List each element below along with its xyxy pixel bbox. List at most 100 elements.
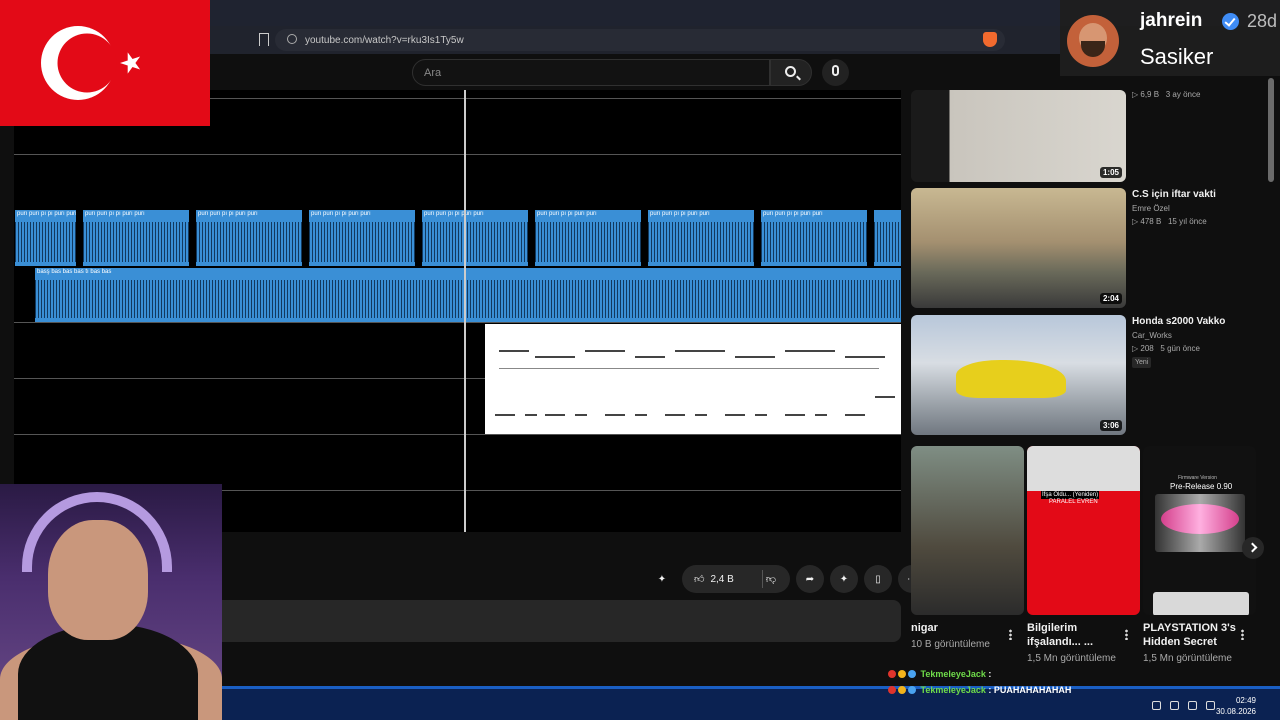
short-title[interactable]: nigar xyxy=(911,621,1006,635)
streamer-name: jahrein xyxy=(1140,10,1203,31)
streamer-message: Sasiker xyxy=(1140,44,1214,69)
brave-shield-icon[interactable] xyxy=(983,32,997,47)
message-age: 28d xyxy=(1247,11,1278,31)
address-url: youtube.com/watch?v=rku3Is1Ty5w xyxy=(305,34,464,46)
channel-name[interactable]: Car_Works xyxy=(1132,331,1172,340)
video-meta: ▷ 208 5 gün önce xyxy=(1132,344,1200,353)
streamer-card: jahrein 28d Sasiker xyxy=(1060,0,1280,76)
audio-clip[interactable]: purı purı pı pı purı purı xyxy=(647,210,754,266)
clip-label: basş bas bas bas tı bas bas xyxy=(37,269,112,275)
video-thumbnail[interactable]: 1:05 xyxy=(911,90,1126,182)
midi-clip[interactable] xyxy=(485,324,901,434)
short-thumbnail[interactable]: Firmware Version Pre-Release 0.90 xyxy=(1143,446,1256,615)
streamer-webcam xyxy=(0,484,222,720)
windows-taskbar: 02:49 30.08.2026 xyxy=(222,686,1280,720)
volume-tray-icon[interactable] xyxy=(1170,701,1179,710)
battery-tray-icon[interactable] xyxy=(1206,701,1215,710)
audio-clip[interactable]: basş bas bas bas tı bas bas xyxy=(34,268,901,322)
short-title[interactable]: PLAYSTATION 3's Hidden Secret xyxy=(1143,621,1238,649)
more-options-icon[interactable] xyxy=(1009,629,1012,640)
clip-label: purı purı pı pı purı purı xyxy=(650,211,710,217)
verified-icon xyxy=(1222,13,1239,30)
clip-label: purı purı pı pı purı purı xyxy=(198,211,258,217)
audio-track-bottom: basş bas bas bas tı bas bas xyxy=(34,268,901,322)
shorts-next-button[interactable] xyxy=(1242,537,1264,559)
track-divider xyxy=(14,154,901,155)
duration-badge: 2:04 xyxy=(1099,293,1122,304)
chat-text: : xyxy=(988,669,992,679)
new-badge: Yeni xyxy=(1132,357,1152,368)
short-views: 10 B görüntüleme xyxy=(911,639,990,650)
more-options-icon[interactable] xyxy=(1125,629,1128,640)
network-tray-icon[interactable] xyxy=(1188,701,1197,710)
voice-search-button[interactable] xyxy=(822,59,849,86)
like-count: 2,4 B xyxy=(710,573,734,585)
address-bar[interactable]: youtube.com/watch?v=rku3Is1Ty5w xyxy=(275,29,1005,51)
clip-label: purı purı pı pı purı purı xyxy=(537,211,597,217)
short-title[interactable]: Bilgilerim ifşalandı... ... xyxy=(1027,621,1122,649)
clip-label: purı purı pı pı purı purı xyxy=(17,211,76,217)
track-divider xyxy=(14,322,901,323)
video-meta: ▷ 478 B 15 yıl önce xyxy=(1132,217,1207,226)
audio-clip[interactable] xyxy=(873,210,901,266)
crescent-star-icon xyxy=(41,26,141,100)
duration-badge: 1:05 xyxy=(1099,167,1122,178)
ask-button[interactable]: ✦ xyxy=(830,565,858,593)
chat-message: TekmeleyeJack : PUAHAHAHAHAH xyxy=(888,685,1071,695)
chat-username[interactable]: TekmeleyeJack xyxy=(921,669,986,679)
like-button[interactable]: 👍︎ 2,4 B 👎︎ xyxy=(682,565,790,593)
video-actions: ✦ 👍︎ 2,4 B 👎︎ ➦ ✦ ▯ ⋯ xyxy=(648,565,926,593)
video-title-link[interactable]: Honda s2000 Vakko xyxy=(1132,316,1225,327)
audio-clip[interactable]: purı purı pı pı purı purı xyxy=(195,210,302,266)
headset-icon xyxy=(22,492,172,572)
audio-clip[interactable]: purı purı pı pı purı purı xyxy=(534,210,641,266)
chat-text: : PUAHAHAHAHAH xyxy=(988,685,1072,695)
share-icon: ➦ xyxy=(805,573,815,585)
search-button[interactable] xyxy=(770,59,812,86)
more-options-icon[interactable] xyxy=(1241,629,1244,640)
video-player[interactable]: purı purı pı pı purı purı purı purı pı p… xyxy=(14,90,901,532)
video-title-link[interactable]: C.S için iftar vakti xyxy=(1132,189,1216,200)
car-image xyxy=(956,360,1066,398)
track-divider xyxy=(14,434,901,435)
video-meta: ▷ 6,9 B 3 ay önce xyxy=(1132,90,1201,99)
search-placeholder: Ara xyxy=(424,66,442,79)
video-thumbnail[interactable]: 3:06 xyxy=(911,315,1126,435)
clock-date: 30.08.2026 xyxy=(1215,707,1256,716)
audio-clip[interactable]: purı purı pı pı purı purı xyxy=(14,210,76,266)
chat-message: TekmeleyeJack : xyxy=(888,669,991,679)
audio-clip[interactable]: purı purı pı pı purı purı xyxy=(421,210,528,266)
clip-label: purı purı pı pı purı purı xyxy=(763,211,823,217)
short-thumbnail[interactable]: İfşa Oldu... (Yeniden) PARALEL EVREN xyxy=(1027,446,1140,615)
clip-label: purı purı pı pı purı purı xyxy=(85,211,145,217)
mic-tray-icon[interactable] xyxy=(1152,701,1161,710)
sparkle-icon: ✦ xyxy=(839,573,849,585)
audio-clip[interactable]: purı purı pı pı purı purı xyxy=(760,210,867,266)
system-clock[interactable]: 02:49 30.08.2026 xyxy=(1216,695,1256,717)
scrollbar[interactable] xyxy=(1268,78,1274,182)
clip-label: purı purı pı pı purı purı xyxy=(311,211,371,217)
short-views: 1,5 Mn görüntüleme xyxy=(1027,653,1116,664)
short-overlay-text: Firmware Version xyxy=(1178,475,1217,481)
short-thumbnail[interactable] xyxy=(911,446,1024,615)
duration-badge: 3:06 xyxy=(1099,420,1122,431)
short-overlay-subtext: Pre-Release 0.90 xyxy=(1170,482,1233,491)
clip-label: purı purı pı pı purı purı xyxy=(424,211,484,217)
extension-icon[interactable]: ✦ xyxy=(648,565,676,593)
playhead[interactable] xyxy=(464,90,466,532)
save-button[interactable]: ▯ xyxy=(864,565,892,593)
short-views: 1,5 Mn görüntüleme xyxy=(1143,653,1232,664)
share-button[interactable]: ➦ xyxy=(796,565,824,593)
thumbs-down-icon[interactable]: 👎︎ xyxy=(766,573,776,585)
audio-clip[interactable]: purı purı pı pı purı purı xyxy=(82,210,189,266)
site-info-icon[interactable] xyxy=(287,34,297,44)
bookmark-icon[interactable] xyxy=(259,33,269,46)
turkish-flag xyxy=(0,0,210,126)
short-overlay-text: İfşa Oldu... (Yeniden) xyxy=(1041,491,1100,499)
chat-username[interactable]: TekmeleyeJack xyxy=(921,685,986,695)
audio-clip[interactable]: purı purı pı pı purı purı xyxy=(308,210,415,266)
search-input[interactable]: Ara xyxy=(412,59,770,86)
video-thumbnail[interactable]: 2:04 xyxy=(911,188,1126,308)
channel-name[interactable]: Emre Özel xyxy=(1132,204,1170,213)
short-overlay-subtext: PARALEL EVREN xyxy=(1049,499,1098,505)
